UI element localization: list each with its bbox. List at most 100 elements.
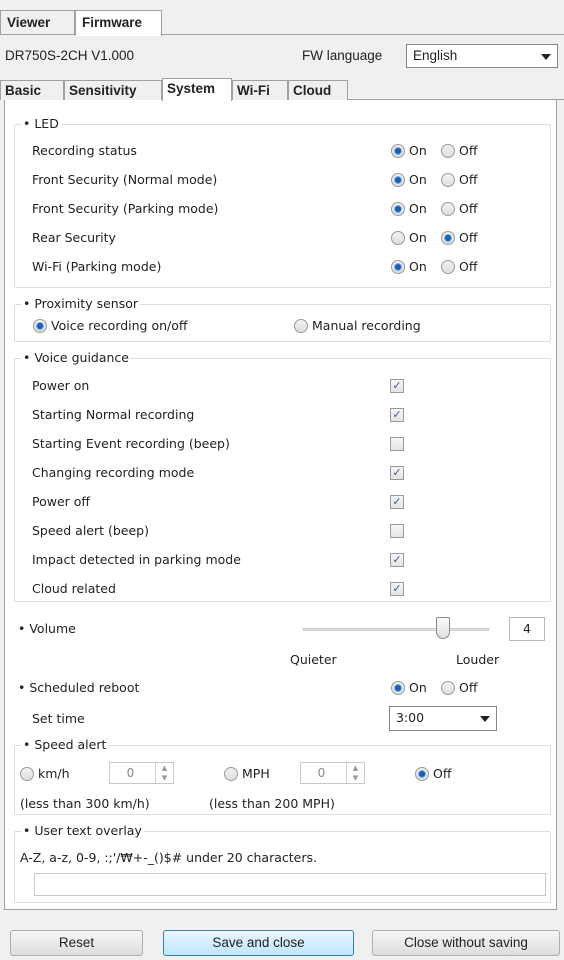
led-off-label: Off (459, 143, 478, 158)
voice-guidance-item-label: Changing recording mode (32, 465, 195, 480)
radio-selected-icon (391, 680, 405, 695)
led-on-radio[interactable]: On (391, 259, 427, 274)
voice-guidance-checkbox[interactable]: ✓ (390, 466, 404, 480)
voice-guidance-checkbox[interactable]: ✓ (390, 553, 404, 567)
led-row-label: Recording status (32, 143, 137, 158)
led-row-label: Front Security (Normal mode) (32, 172, 218, 187)
reset-button[interactable]: Reset (10, 930, 143, 956)
settings-tab-bar: Basic Sensitivity System Wi-Fi Cloud (0, 78, 564, 101)
volume-slider-thumb[interactable] (435, 617, 450, 639)
user-text-overlay-hint: A-Z, a-z, 0-9, :;'/₩+-_()$# under 20 cha… (20, 850, 317, 865)
user-text-overlay-input[interactable] (34, 873, 546, 896)
reboot-time-value: 3:00 (396, 710, 425, 725)
volume-slider-track[interactable] (303, 628, 489, 631)
save-and-close-button[interactable]: Save and close (163, 930, 354, 956)
voice-guidance-item-label: Impact detected in parking mode (32, 552, 241, 567)
radio-selected-icon (391, 259, 405, 274)
voice-guidance-item-label: Starting Normal recording (32, 407, 195, 422)
speed-kmh-stepper[interactable]: 0 ▲ ▼ (109, 762, 174, 784)
tab-sensitivity[interactable]: Sensitivity (64, 80, 162, 100)
led-row-label: Front Security (Parking mode) (32, 201, 219, 216)
speed-off-radio[interactable]: Off (415, 766, 451, 781)
fw-language-select[interactable]: English (406, 44, 558, 68)
reboot-on-radio[interactable]: On (391, 680, 427, 695)
proximity-voice-label: Voice recording on/off (51, 318, 188, 333)
radio-unselected-icon (441, 172, 455, 187)
led-off-radio[interactable]: Off (441, 143, 477, 158)
voice-guidance-checkbox[interactable]: ✓ (390, 408, 404, 422)
stepper-down-icon[interactable]: ▼ (347, 773, 364, 783)
radio-selected-icon (33, 318, 47, 333)
led-on-radio[interactable]: On (391, 201, 427, 216)
voice-guidance-checkbox[interactable]: ✓ (390, 495, 404, 509)
led-row-label: Rear Security (32, 230, 116, 245)
fw-language-label: FW language (302, 48, 383, 63)
close-without-saving-button[interactable]: Close without saving (372, 930, 560, 956)
radio-unselected-icon (441, 143, 455, 158)
led-on-label: On (409, 143, 427, 158)
led-on-radio[interactable]: On (391, 230, 427, 245)
top-tab-bar: Viewer Firmware (0, 10, 564, 36)
proximity-manual-label: Manual recording (312, 318, 421, 333)
voice-guidance-checkbox[interactable]: ✓ (390, 582, 404, 596)
tab-viewer[interactable]: Viewer (0, 10, 75, 35)
reboot-off-radio[interactable]: Off (441, 680, 477, 695)
stepper-down-icon[interactable]: ▼ (156, 773, 173, 783)
led-on-radio[interactable]: On (391, 172, 427, 187)
fw-language-value: English (413, 48, 458, 63)
set-time-label: Set time (32, 711, 85, 726)
radio-unselected-icon (391, 230, 405, 245)
radio-unselected-icon (20, 766, 34, 781)
tab-cloud[interactable]: Cloud (288, 80, 348, 100)
chevron-down-icon (480, 716, 490, 722)
speed-kmh-value: 0 (126, 766, 135, 780)
proximity-voice-radio[interactable]: Voice recording on/off (33, 318, 188, 333)
led-off-label: Off (459, 230, 478, 245)
led-on-radio[interactable]: On (391, 143, 427, 158)
stepper-up-icon[interactable]: ▲ (347, 763, 364, 773)
tab-wifi[interactable]: Wi-Fi (232, 80, 288, 100)
radio-selected-icon (391, 172, 405, 187)
voice-guidance-item-label: Power on (32, 378, 90, 393)
model-version: DR750S-2CH V1.000 (5, 48, 135, 63)
stepper-up-icon[interactable]: ▲ (156, 763, 173, 773)
led-group-title: • LED (21, 116, 61, 131)
speed-mph-radio[interactable]: MPH (224, 766, 270, 781)
voice-guidance-checkbox[interactable] (390, 437, 404, 451)
tab-system[interactable]: System (162, 78, 232, 101)
led-off-radio[interactable]: Off (441, 230, 477, 245)
speed-mph-note: (less than 200 MPH) (209, 796, 335, 811)
speed-kmh-note: (less than 300 km/h) (20, 796, 150, 811)
voice-guidance-item-label: Starting Event recording (beep) (32, 436, 230, 451)
reboot-time-select[interactable]: 3:00 (389, 706, 497, 731)
tab-basic[interactable]: Basic (0, 80, 64, 100)
speed-alert-title: • Speed alert (21, 737, 109, 752)
proximity-manual-radio[interactable]: Manual recording (294, 318, 421, 333)
tab-firmware[interactable]: Firmware (75, 10, 162, 36)
volume-max-label: Louder (456, 652, 500, 667)
led-off-radio[interactable]: Off (441, 201, 477, 216)
radio-unselected-icon (294, 318, 308, 333)
led-off-radio[interactable]: Off (441, 172, 477, 187)
voice-guidance-item-label: Speed alert (beep) (32, 523, 149, 538)
radio-selected-icon (391, 201, 405, 216)
user-text-overlay-title: • User text overlay (21, 823, 144, 838)
radio-unselected-icon (441, 259, 455, 274)
chevron-down-icon (541, 54, 551, 60)
voice-guidance-item-label: Power off (32, 494, 91, 509)
led-off-label: Off (459, 201, 478, 216)
voice-guidance-title: • Voice guidance (21, 350, 131, 365)
speed-kmh-radio[interactable]: km/h (20, 766, 70, 781)
led-on-label: On (409, 259, 427, 274)
voice-guidance-checkbox[interactable] (390, 524, 404, 538)
speed-mph-stepper[interactable]: 0 ▲ ▼ (300, 762, 365, 784)
voice-guidance-checkbox[interactable]: ✓ (390, 379, 404, 393)
led-on-label: On (409, 201, 427, 216)
speed-mph-label: MPH (242, 766, 270, 781)
led-row-label: Wi-Fi (Parking mode) (32, 259, 162, 274)
speed-mph-value: 0 (317, 766, 326, 780)
radio-selected-icon (391, 143, 405, 158)
led-off-radio[interactable]: Off (441, 259, 477, 274)
volume-min-label: Quieter (290, 652, 337, 667)
led-on-label: On (409, 230, 427, 245)
